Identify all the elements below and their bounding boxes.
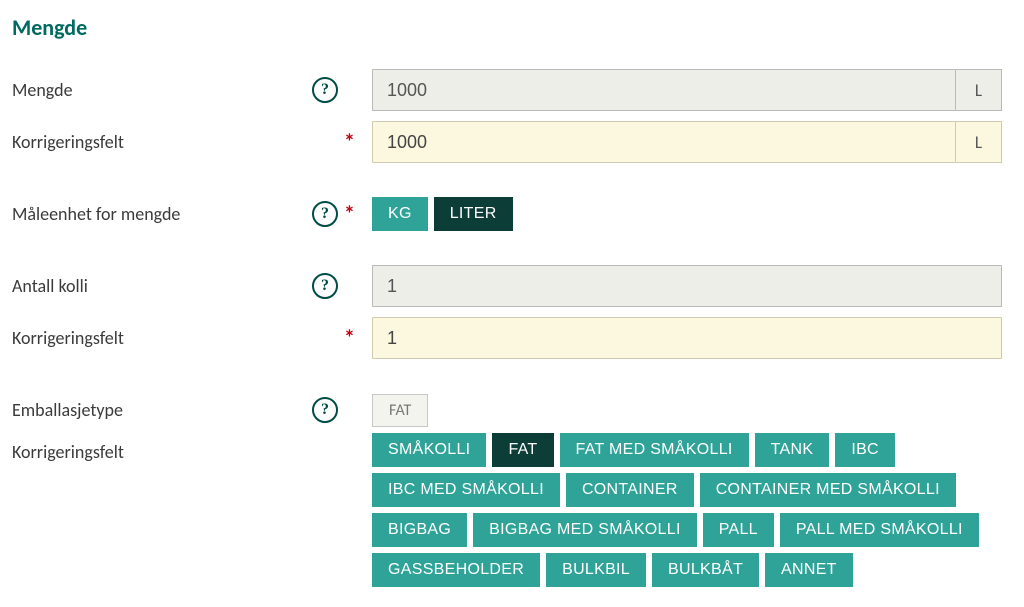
emballasje-option[interactable]: BULKBIL (546, 553, 646, 587)
label-korrigering: Korrigeringsfelt (12, 131, 124, 153)
required-icon: * (344, 327, 355, 349)
emballasje-option[interactable]: IBC (835, 433, 895, 467)
row-maaleenhet: Måleenhet for mengde ? * KGLITER (12, 193, 1012, 235)
mengde-correction-input[interactable] (372, 121, 956, 163)
maaleenhet-option-liter[interactable]: LITER (434, 197, 513, 231)
required-icon: * (344, 131, 355, 153)
emballasje-option[interactable]: IBC MED SMÅKOLLI (372, 473, 560, 507)
section-title: Mengde (12, 14, 1012, 41)
emballasje-option[interactable]: GASSBEHOLDER (372, 553, 540, 587)
row-mengde-correction: Korrigeringsfelt ? * L (12, 121, 1012, 163)
emballasje-options: SMÅKOLLIFATFAT MED SMÅKOLLITANKIBC IBC ME… (372, 433, 1002, 587)
row-emballasjetype: Emballasjetype ? FAT (12, 389, 1012, 431)
label-korrigering: Korrigeringsfelt (12, 441, 124, 463)
help-icon[interactable]: ? (312, 273, 338, 299)
emballasje-option[interactable]: PALL (703, 513, 774, 547)
label-mengde: Mengde (12, 79, 73, 101)
emballasje-option[interactable]: CONTAINER (566, 473, 694, 507)
antall-kolli-correction-input[interactable] (372, 317, 1002, 359)
mengde-unit: L (956, 69, 1002, 111)
emballasje-option[interactable]: CONTAINER MED SMÅKOLLI (700, 473, 956, 507)
mengde-input (372, 69, 956, 111)
emballasje-option[interactable]: FAT MED SMÅKOLLI (560, 433, 749, 467)
emballasje-option[interactable]: BIGBAG (372, 513, 467, 547)
maaleenhet-options: KGLITER (372, 197, 513, 231)
help-icon[interactable]: ? (312, 77, 338, 103)
emballasje-readonly: FAT (372, 394, 428, 427)
emballasje-option[interactable]: TANK (755, 433, 830, 467)
help-icon[interactable]: ? (312, 201, 338, 227)
label-korrigering: Korrigeringsfelt (12, 327, 124, 349)
mengde-correction-unit: L (956, 121, 1002, 163)
label-emballasjetype: Emballasjetype (12, 399, 123, 421)
required-icon: * (344, 203, 355, 225)
maaleenhet-option-kg[interactable]: KG (372, 197, 428, 231)
antall-kolli-input (372, 265, 1002, 307)
emballasje-option[interactable]: BIGBAG MED SMÅKOLLI (473, 513, 697, 547)
row-mengde: Mengde ? L (12, 69, 1012, 111)
emballasje-option[interactable]: BULKBÅT (652, 553, 759, 587)
emballasje-option[interactable]: PALL MED SMÅKOLLI (780, 513, 979, 547)
help-icon[interactable]: ? (312, 397, 338, 423)
label-maaleenhet: Måleenhet for mengde (12, 203, 180, 225)
label-antall-kolli: Antall kolli (12, 275, 88, 297)
row-antall-kolli-correction: Korrigeringsfelt ? * (12, 317, 1012, 359)
emballasje-option[interactable]: SMÅKOLLI (372, 433, 486, 467)
emballasje-option[interactable]: ANNET (765, 553, 853, 587)
emballasje-option[interactable]: FAT (492, 433, 553, 467)
row-emballasje-correction: Korrigeringsfelt SMÅKOLLIFATFAT MED SMÅK… (12, 433, 1012, 587)
row-antall-kolli: Antall kolli ? (12, 265, 1012, 307)
